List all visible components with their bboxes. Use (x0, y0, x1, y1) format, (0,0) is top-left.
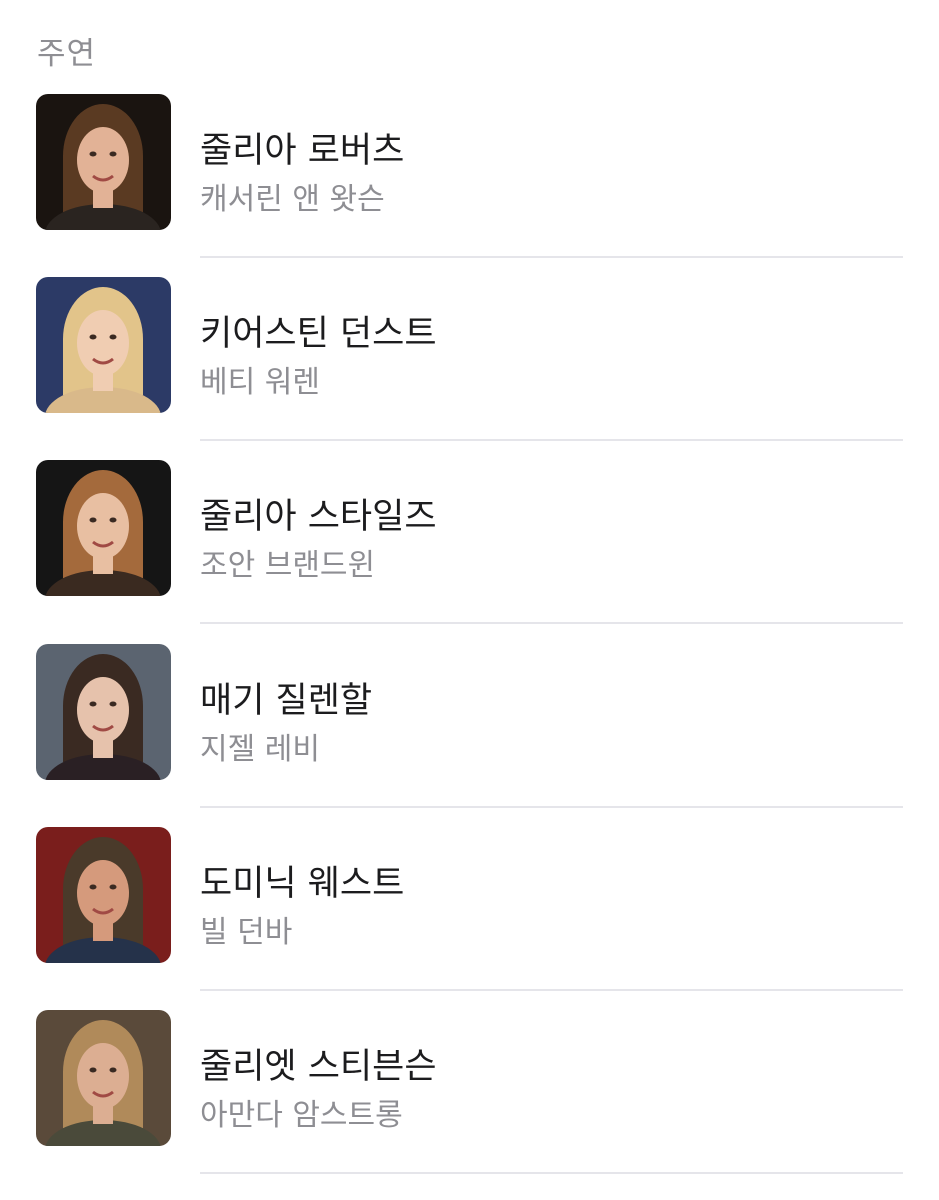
role-name: 지젤 레비 (200, 731, 320, 767)
cast-list-item[interactable]: 줄리아 스타일즈조안 브랜드윈 (0, 460, 939, 643)
actor-photo[interactable] (36, 94, 171, 230)
row-divider (200, 988, 903, 991)
cast-list-item[interactable]: 키어스틴 던스트베티 워렌 (0, 277, 939, 460)
cast-list-item[interactable]: 줄리엣 스티븐슨아만다 암스트롱 (0, 1009, 939, 1193)
row-divider (200, 1171, 903, 1174)
row-divider (200, 622, 903, 625)
row-divider (200, 256, 903, 258)
role-name: 베티 워렌 (200, 365, 320, 401)
actor-photo[interactable] (36, 643, 171, 780)
cast-list-item[interactable]: 도미닉 웨스트빌 던바 (0, 826, 939, 1010)
role-name: 조안 브랜드윈 (200, 548, 376, 584)
role-name: 빌 던바 (200, 914, 293, 950)
actor-photo[interactable] (36, 277, 171, 414)
actor-name: 줄리아 로버츠 (200, 131, 405, 171)
cast-list: 줄리아 로버츠캐서린 앤 왓슨키어스틴 던스트베티 워렌줄리아 스타일즈조안 브… (0, 94, 939, 1193)
row-divider (200, 805, 903, 808)
role-name: 아만다 암스트롱 (200, 1097, 403, 1133)
role-name: 캐서린 앤 왓슨 (200, 182, 385, 217)
actor-name: 매기 질렌할 (200, 680, 373, 721)
actor-name: 도미닉 웨스트 (200, 863, 405, 904)
actor-name: 키어스틴 던스트 (200, 314, 437, 355)
section-header: 주연 (37, 36, 97, 72)
actor-name: 줄리엣 스티븐슨 (200, 1046, 437, 1087)
cast-list-item[interactable]: 줄리아 로버츠캐서린 앤 왓슨 (0, 94, 939, 277)
cast-list-item[interactable]: 매기 질렌할지젤 레비 (0, 643, 939, 827)
actor-photo[interactable] (36, 1009, 171, 1146)
actor-name: 줄리아 스타일즈 (200, 497, 437, 538)
actor-photo[interactable] (36, 826, 171, 963)
actor-photo[interactable] (36, 460, 171, 597)
row-divider (200, 439, 903, 442)
